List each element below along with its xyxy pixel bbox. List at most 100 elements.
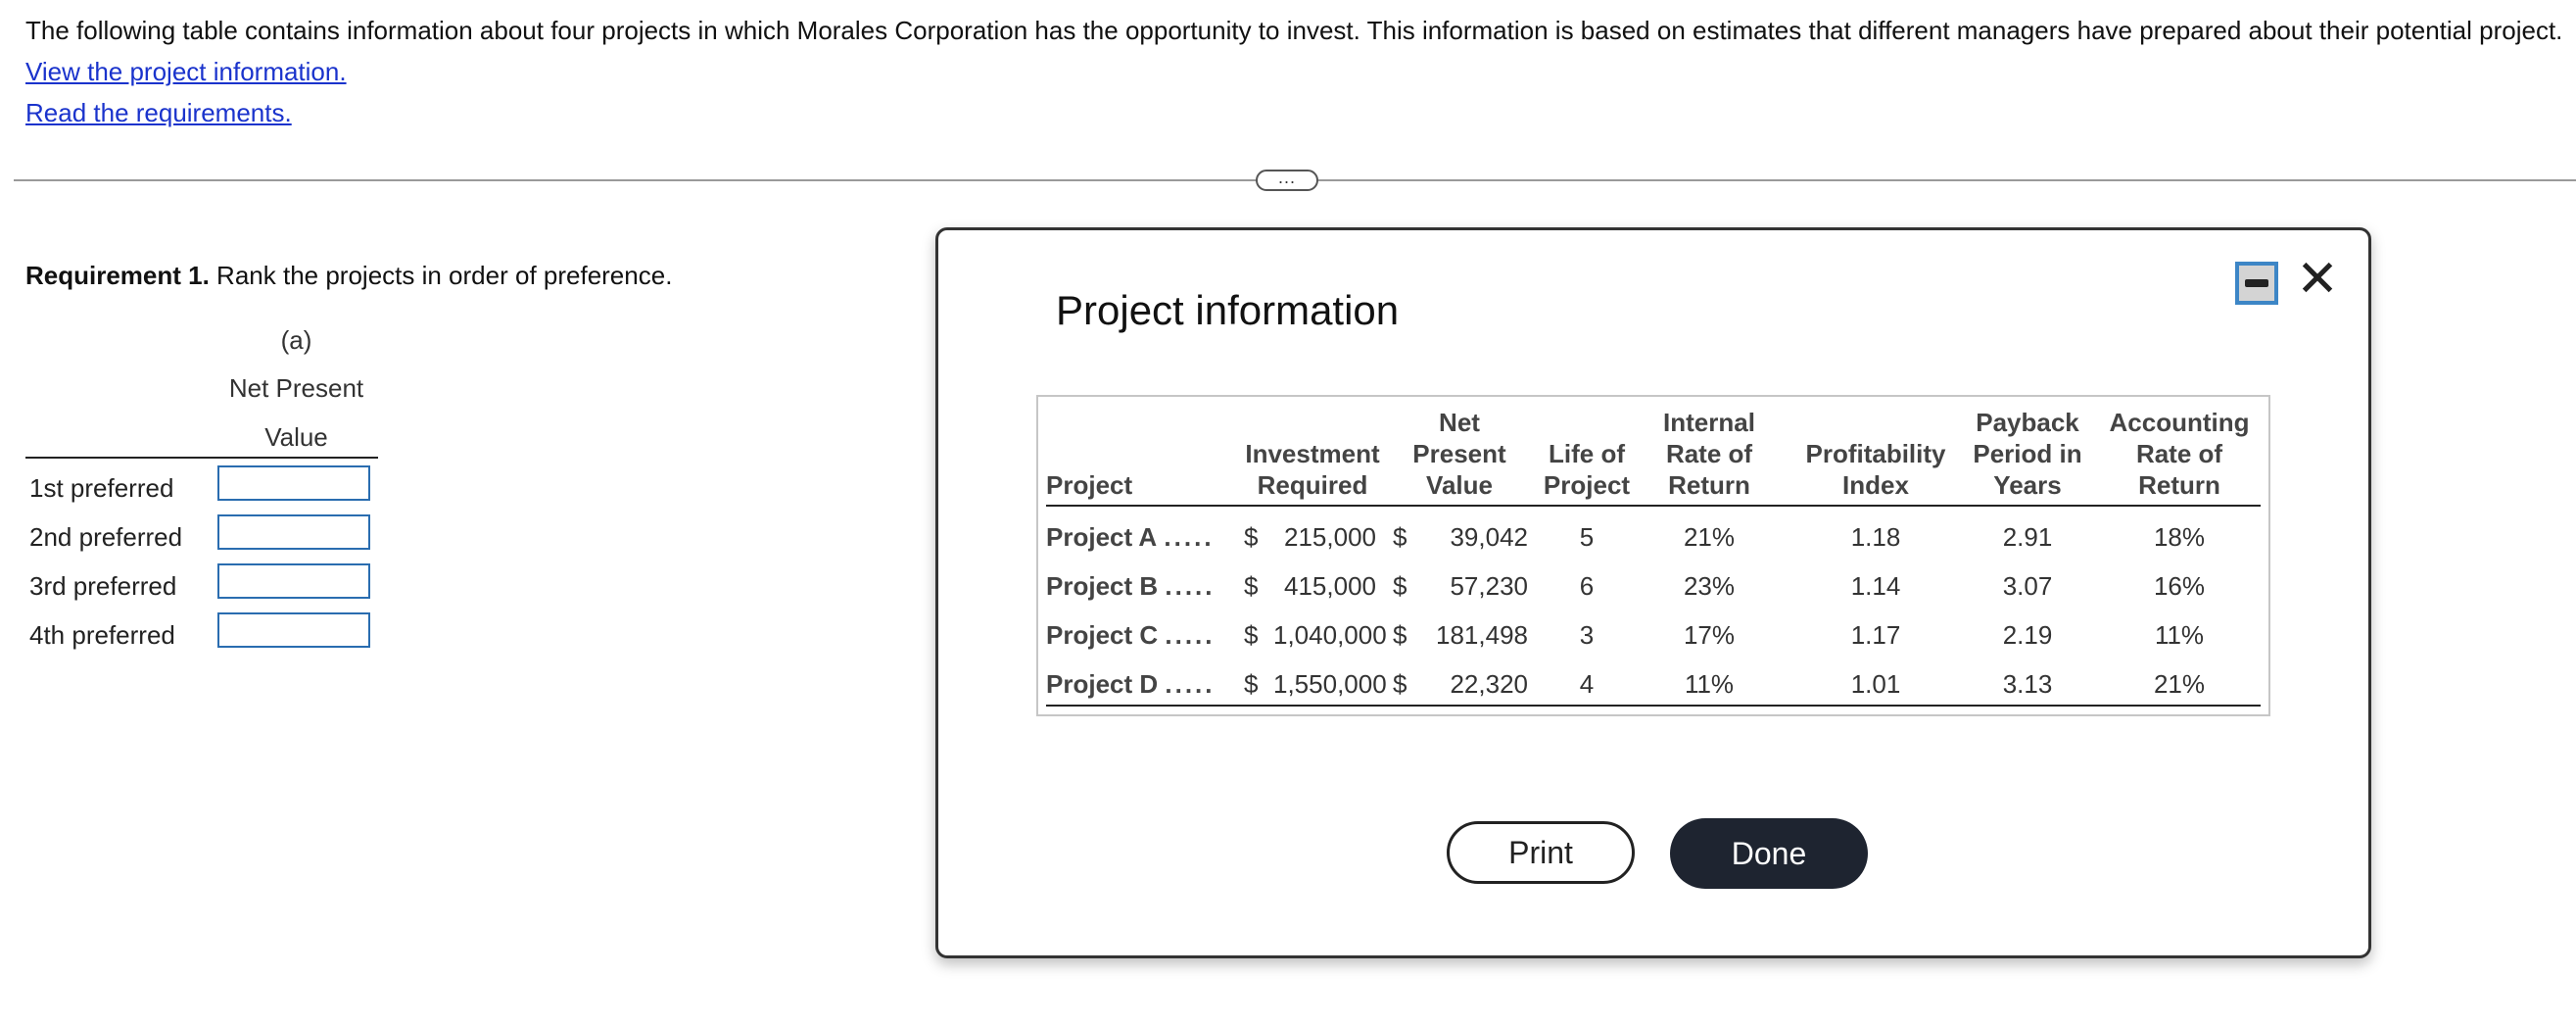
rank-label-2: 2nd preferred [29,522,183,552]
header-irr: Internal Rate of Return [1655,407,1763,501]
row-project-name: Project A ..... [1046,522,1215,553]
arr-value: 16% [2153,571,2206,601]
leader-dots: ..... [1165,620,1216,650]
rank-input-1[interactable] [217,465,370,501]
header-irr-l2: Rate of [1665,439,1753,468]
investment-value: 415,000 [1284,571,1376,601]
project-name: Project A [1046,522,1158,552]
intro-text: The following table contains information… [25,16,2563,45]
header-project: Project [1046,470,1133,500]
done-button[interactable]: Done [1670,818,1868,889]
irr-value: 17% [1683,620,1736,650]
pi-value: 1.17 [1850,620,1901,650]
header-life-l1: Life of [1549,439,1625,468]
irr-value: 11% [1684,669,1735,699]
payback-value: 3.13 [2002,669,2053,699]
header-payback-l3: Years [1993,470,2062,500]
leader-dots: ..... [1165,669,1216,699]
ranking-col-header-line1: Net Present [228,373,364,403]
pi-value: 1.18 [1850,522,1901,552]
arr-value: 11% [2154,620,2205,650]
read-requirements-link[interactable]: Read the requirements. [25,92,292,133]
header-npv: Net Present Value [1410,407,1508,501]
currency-symbol: $ [1393,669,1407,699]
header-arr-l1: Accounting [2109,408,2250,437]
project-name: Project D [1046,669,1159,699]
header-life: Life of Project [1538,438,1636,501]
arr-value: 21% [2153,669,2206,699]
view-project-info-link[interactable]: View the project information. [25,51,347,92]
currency-symbol: $ [1393,571,1407,601]
header-payback-l1: Payback [1976,408,2079,437]
header-rule [1046,505,2261,507]
print-button[interactable]: Print [1447,821,1635,884]
investment-value: 1,550,000 [1273,669,1387,699]
header-arr: Accounting Rate of Return [2101,407,2258,501]
header-npv-l1: Net [1439,408,1480,437]
leader-dots: ..... [1165,571,1216,601]
intro-block: The following table contains information… [25,10,2562,133]
irr-value: 23% [1683,571,1736,601]
header-investment: Investment Required [1244,438,1381,501]
ranking-header-rule [25,457,378,459]
currency-symbol: $ [1393,522,1407,552]
header-investment-l2: Required [1257,470,1368,500]
arr-value: 18% [2153,522,2206,552]
project-table: Project Investment Required Net Present … [1036,395,2270,716]
project-name: Project B [1046,571,1159,601]
project-name: Project C [1046,620,1159,650]
investment-value: 215,000 [1284,522,1376,552]
npv-value: 181,498 [1436,620,1528,650]
header-pi-l1: Profitability [1805,439,1946,468]
currency-symbol: $ [1244,571,1259,601]
requirement-text: Rank the projects in order of preference… [209,261,673,290]
npv-value: 39,042 [1450,522,1528,552]
ranking-col-letter: (a) [280,325,312,355]
rank-input-2[interactable] [217,514,370,550]
payback-value: 2.91 [2002,522,2053,552]
header-investment-l1: Investment [1245,439,1380,468]
header-pi-l2: Index [1842,470,1909,500]
rank-label-4: 4th preferred [29,620,175,650]
row-project-name: Project C ..... [1046,620,1216,651]
currency-symbol: $ [1244,620,1259,650]
header-pi: Profitability Index [1797,438,1954,501]
minimize-icon[interactable] [2235,262,2278,305]
header-life-l2: Project [1543,470,1631,500]
header-irr-l3: Return [1668,470,1750,500]
payback-value: 3.07 [2002,571,2053,601]
close-icon[interactable]: ✕ [2294,252,2341,307]
expand-toggle-button[interactable]: ... [1256,169,1318,191]
project-info-modal: Project information ✕ Project Investment… [935,227,2371,958]
life-value: 3 [1579,620,1595,650]
irr-value: 21% [1683,522,1736,552]
header-npv-l2: Present [1412,439,1506,468]
pi-value: 1.14 [1850,571,1901,601]
currency-symbol: $ [1244,522,1259,552]
header-irr-l1: Internal [1663,408,1755,437]
currency-symbol: $ [1393,620,1407,650]
life-value: 6 [1579,571,1595,601]
life-value: 5 [1579,522,1595,552]
row-project-name: Project D ..... [1046,669,1216,700]
currency-symbol: $ [1244,669,1259,699]
table-bottom-rule [1046,705,2261,707]
npv-value: 22,320 [1450,669,1528,699]
rank-input-3[interactable] [217,563,370,599]
header-payback-l2: Period in [1973,439,2082,468]
investment-value: 1,040,000 [1273,620,1387,650]
life-value: 4 [1579,669,1595,699]
rank-label-3: 3rd preferred [29,571,177,601]
rank-input-4[interactable] [217,612,370,648]
npv-value: 57,230 [1450,571,1528,601]
header-arr-l3: Return [2138,470,2220,500]
header-payback: Payback Period in Years [1969,407,2086,501]
leader-dots: ..... [1164,522,1215,552]
header-npv-l3: Value [1426,470,1493,500]
row-project-name: Project B ..... [1046,571,1216,602]
rank-label-1: 1st preferred [29,473,174,503]
header-arr-l2: Rate of [2135,439,2223,468]
modal-title: Project information [1056,287,1400,333]
pi-value: 1.01 [1850,669,1901,699]
ranking-col-header-line2: Value [264,422,328,452]
